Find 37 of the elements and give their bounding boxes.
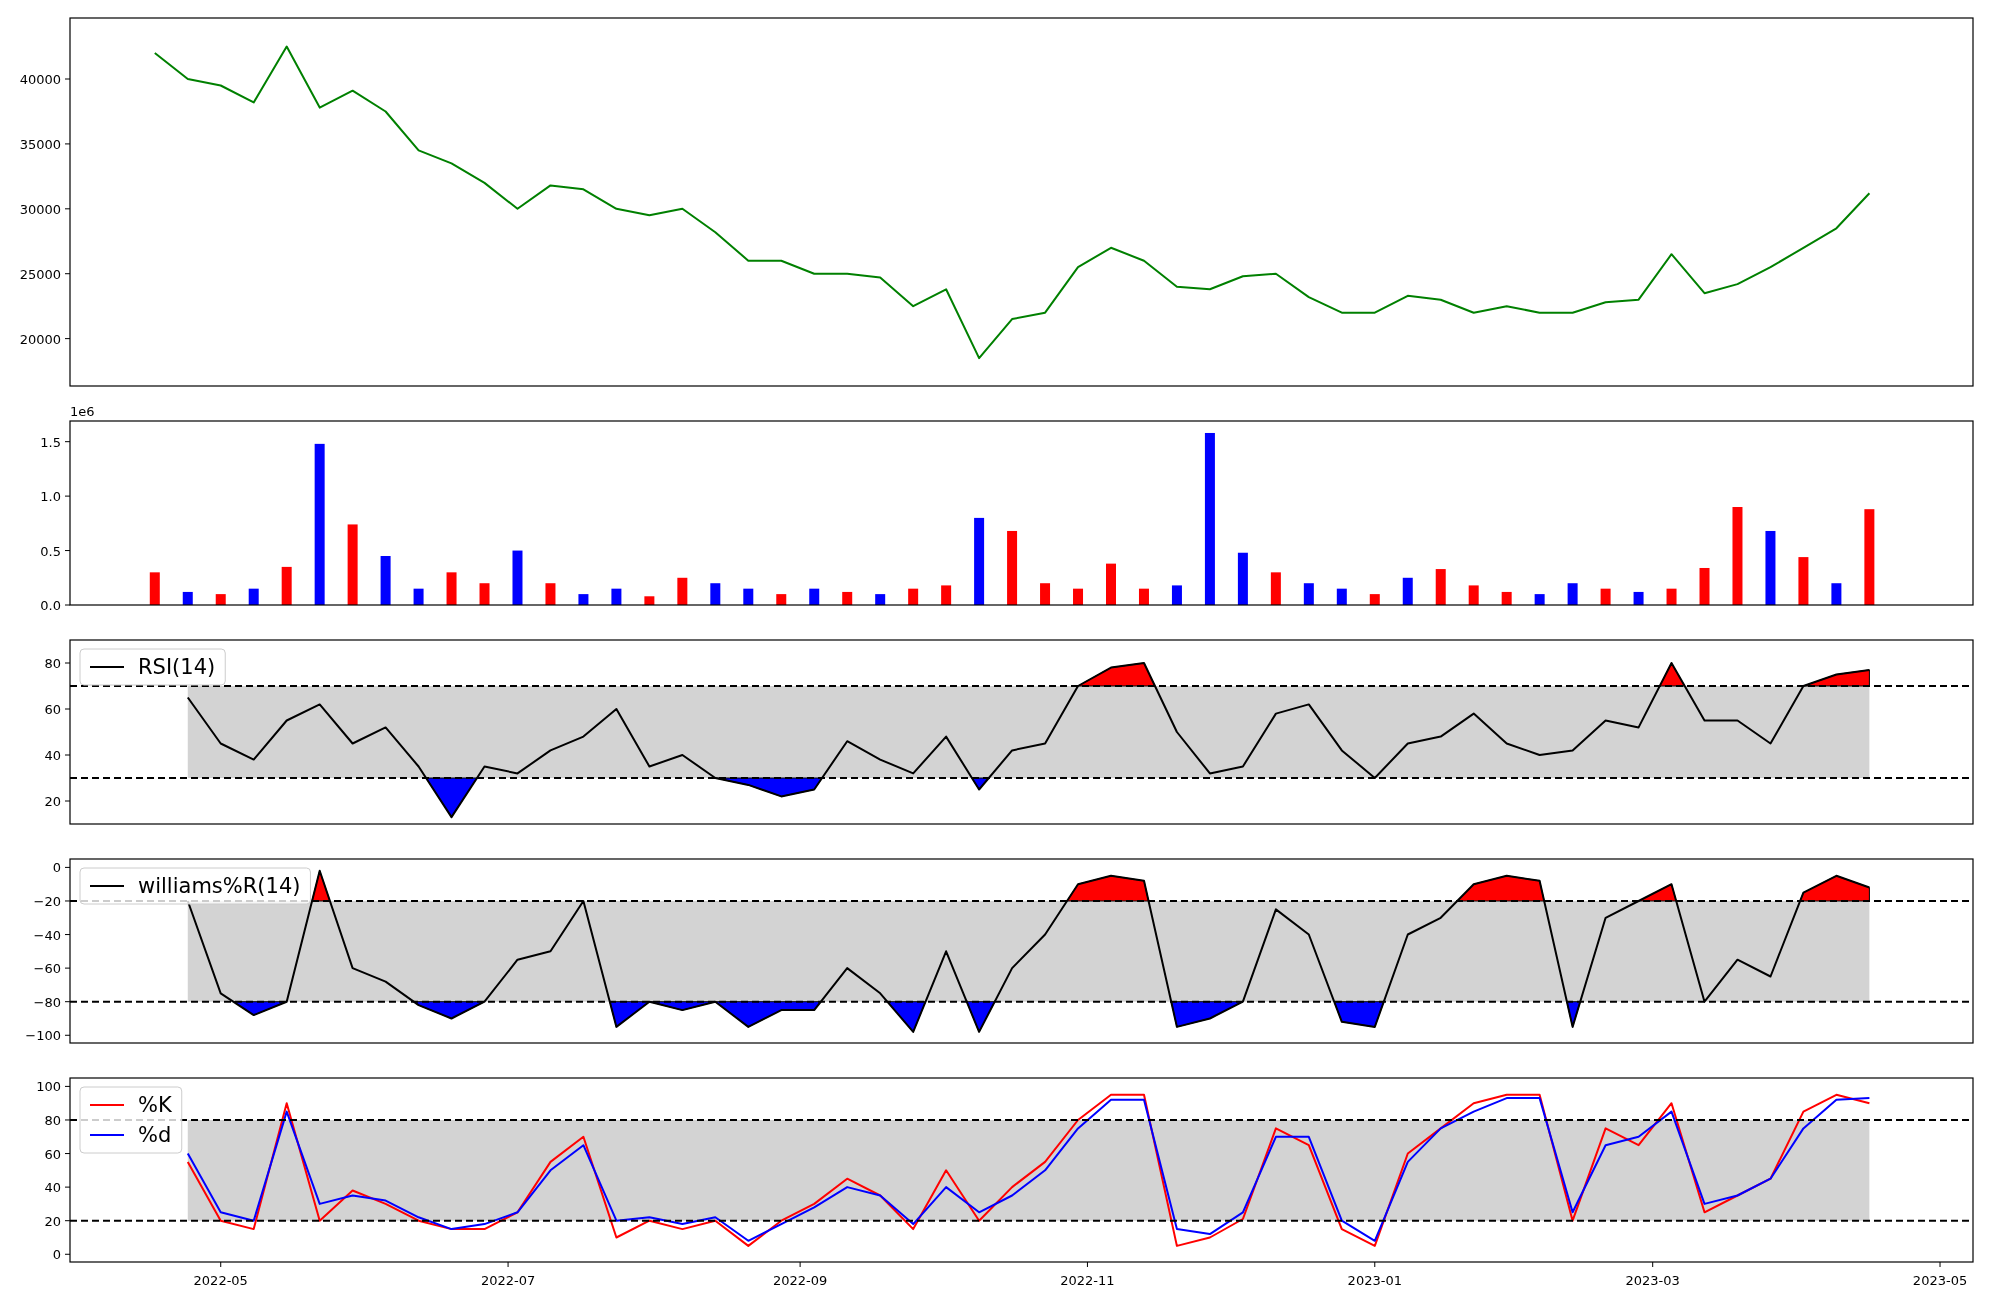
y-tick-label: 80 [44,1112,61,1128]
y-tick-label: −60 [33,961,61,977]
y-tick-label: 30000 [19,201,61,217]
y-tick-label: 1.0 [40,489,61,505]
legend-label: williams%R(14) [138,874,301,898]
y-tick-label: 80 [44,656,61,671]
legend-label: %K [138,1093,172,1117]
y-tick-label: 0 [52,860,61,876]
y-tick-label: 0.0 [40,598,61,613]
y-tick-label: 60 [44,1146,61,1162]
y-tick-label: 35000 [19,136,61,152]
y-tick-label: −40 [33,927,61,943]
x-tick-label: 2023-05 [1912,1273,1968,1288]
x-tick-label: 2022-05 [193,1273,248,1288]
y-tick-label: 40 [44,1180,61,1196]
x-tick-label: 2022-09 [772,1273,828,1288]
y-tick-label: 1.5 [40,434,61,450]
y-tick-label: 40000 [19,72,61,87]
y-tick-label: 20000 [19,331,61,347]
x-tick-label: 2022-11 [1060,1273,1115,1288]
y-tick-label: 40 [44,748,61,763]
y-tick-label: 0 [52,1247,61,1263]
y-tick-label: 100 [36,1079,61,1095]
x-tick-label: 2023-01 [1347,1273,1402,1288]
offset-label: 1e6 [70,404,95,419]
y-tick-label: 60 [44,702,61,717]
y-tick-label: 20 [44,1213,61,1229]
y-tick-label: 0.5 [40,543,61,559]
x-tick-label: 2022-07 [480,1273,536,1288]
y-tick-label: −20 [33,893,61,909]
legend-label: %d [138,1123,172,1147]
y-tick-label: 20 [44,794,61,809]
y-tick-label: −100 [25,1028,61,1044]
legend-label: RSI(14) [138,655,216,679]
x-tick-label: 2023-03 [1625,1273,1680,1288]
y-tick-label: 25000 [19,266,61,282]
y-tick-label: −80 [33,994,61,1010]
